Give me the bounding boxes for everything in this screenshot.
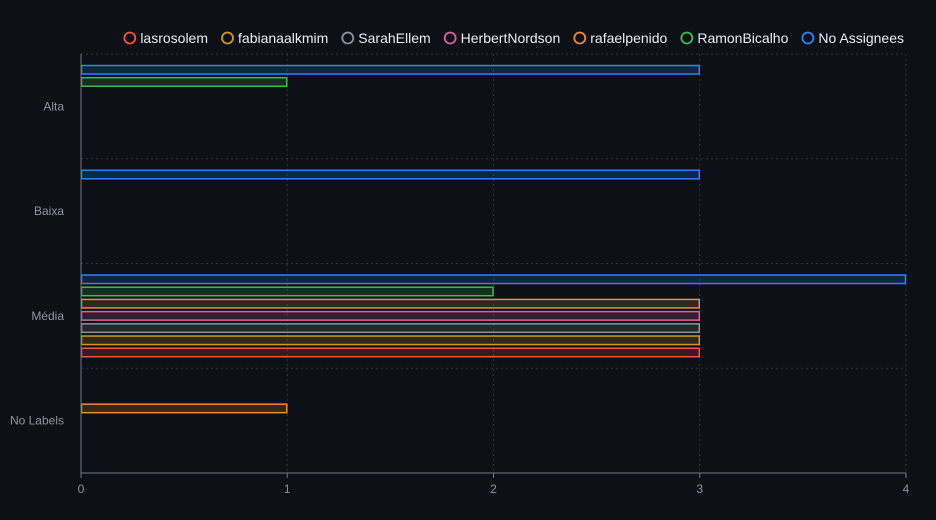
bar-HerbertNordson-Média[interactable]: HerbertNordson: 3 [80,310,700,321]
x-tick-label: 4 [903,482,910,496]
bar-lasrosolem-Média[interactable]: lasrosolem: 3 [80,347,700,358]
legend-label: lasrosolem [140,30,208,46]
category-label: No Labels [10,414,64,428]
legend-item-No Assignees[interactable]: No Assignees [801,30,904,46]
bar-No Assignees-Média[interactable]: No Assignees: 4 [80,274,907,285]
legend-item-fabianaalkmim[interactable]: fabianaalkmim [221,30,328,46]
category-label: Média [31,309,64,323]
bar-rafaelpenido-Média[interactable]: rafaelpenido: 3 [80,298,700,309]
x-tick-label: 1 [284,482,291,496]
legend-item-HerbertNordson[interactable]: HerbertNordson [443,30,561,46]
bar-rafaelpenido-No Labels[interactable]: rafaelpenido: 1 [80,403,288,414]
legend-swatch [443,31,457,45]
category-label: Alta [43,99,64,113]
legend-item-RamonBicalho[interactable]: RamonBicalho [680,30,789,46]
legend-label: HerbertNordson [461,30,561,46]
bar-RamonBicalho-Média[interactable]: RamonBicalho: 2 [80,286,494,297]
legend-swatch [801,31,815,45]
legend-label: SarahEllem [358,30,430,46]
legend-label: fabianaalkmim [238,30,328,46]
legend-swatch [221,31,234,45]
legend[interactable]: lasrosolem fabianaalkmim SarahEllem Herbert… [123,30,904,46]
legend-item-lasrosolem[interactable]: lasrosolem [123,30,208,46]
legend-label: RamonBicalho [697,30,788,46]
legend-item-rafaelpenido[interactable]: rafaelpenido [573,30,668,46]
chart-root: RamonBicalho: 1No Assignees: 3No Assigne… [0,0,936,520]
legend-swatch [573,31,587,45]
legend-swatch [341,31,355,45]
bar-SarahEllem-Média[interactable]: SarahEllem: 3 [80,323,700,334]
legend-swatch [123,31,137,45]
bar-No Assignees-Baixa[interactable]: No Assignees: 3 [80,169,700,180]
legend-label: No Assignees [818,30,904,46]
x-tick-label: 2 [490,482,497,496]
bar-RamonBicalho-Alta[interactable]: RamonBicalho: 1 [80,76,288,87]
legend-item-SarahEllem[interactable]: SarahEllem [341,30,431,46]
legend-swatch [680,31,694,45]
legend-label: rafaelpenido [590,30,667,46]
bar-fabianaalkmim-Média[interactable]: fabianaalkmim: 3 [80,335,700,346]
bar-chart: RamonBicalho: 1No Assignees: 3No Assigne… [10,30,910,496]
category-label: Baixa [34,204,64,218]
x-tick-label: 3 [696,482,703,496]
x-tick-label: 0 [78,482,85,496]
bar-No Assignees-Alta[interactable]: No Assignees: 3 [80,64,700,75]
